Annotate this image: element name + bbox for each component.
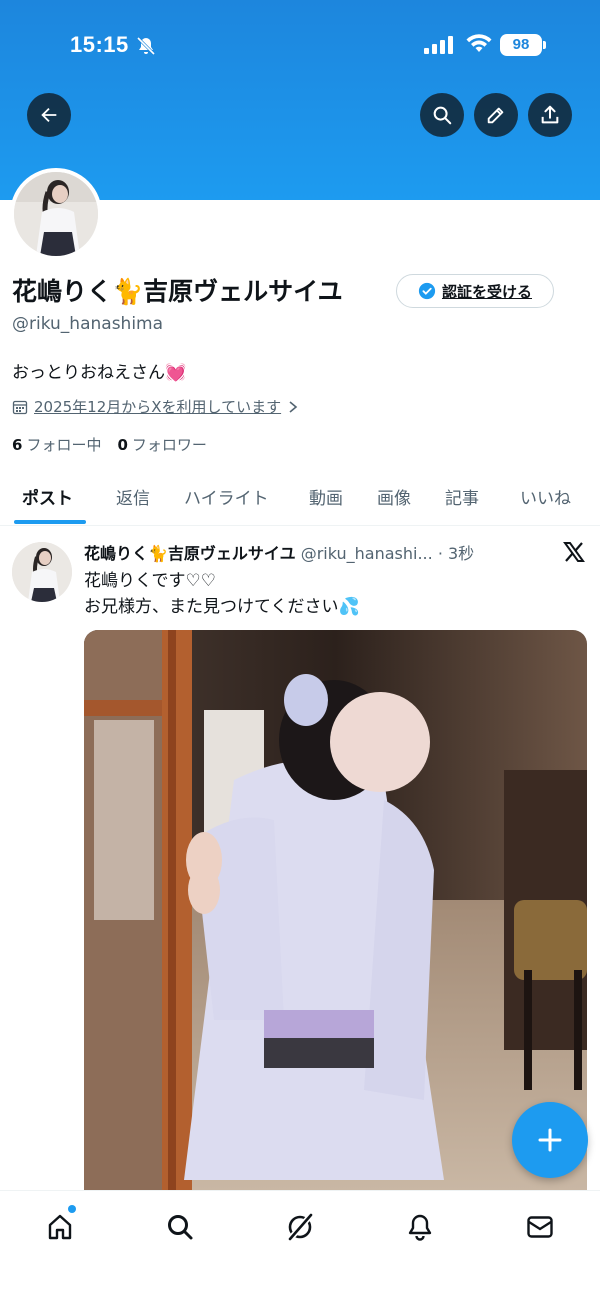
tab-videos[interactable]: 動画 xyxy=(309,484,343,509)
post-text: 花嶋りくです♡♡ お兄様方、また見つけてください💦 xyxy=(84,568,360,620)
profile-bio: おっとりおねえさん💓 xyxy=(12,363,187,383)
bell-muted-icon xyxy=(136,36,156,56)
nav-messages[interactable] xyxy=(522,1209,558,1245)
grok-icon xyxy=(287,1213,314,1241)
nav-grok[interactable] xyxy=(282,1209,318,1245)
following-count: 6 xyxy=(12,436,23,454)
get-verified-button[interactable]: 認証を受ける xyxy=(396,274,554,308)
mail-icon xyxy=(527,1216,553,1238)
post-image[interactable] xyxy=(84,630,587,1190)
home-icon xyxy=(48,1214,72,1240)
home-notification-dot xyxy=(68,1205,76,1213)
share-button[interactable] xyxy=(528,93,572,137)
pencil-icon xyxy=(487,107,504,124)
followers-link[interactable]: 0 フォロワー xyxy=(117,434,206,455)
profile-display-name: 花嶋りく🐈吉原ヴェルサイユ xyxy=(12,277,343,306)
signal-icon xyxy=(424,36,453,54)
tab-posts[interactable]: ポスト xyxy=(22,484,73,509)
compose-button[interactable] xyxy=(512,1102,588,1178)
nav-notifications[interactable] xyxy=(402,1209,438,1245)
follow-stats: 6 フォロー中 0 フォロワー xyxy=(12,434,207,455)
tab-likes[interactable]: いいね xyxy=(520,484,571,509)
nav-home[interactable] xyxy=(42,1209,78,1245)
tab-articles[interactable]: 記事 xyxy=(445,484,479,509)
post-text-line-1: 花嶋りくです♡♡ xyxy=(84,571,216,591)
avatar-photo xyxy=(14,172,98,256)
active-tab-indicator xyxy=(14,520,86,524)
back-button[interactable] xyxy=(27,93,71,137)
tab-replies[interactable]: 返信 xyxy=(116,484,150,509)
following-label: フォロー中 xyxy=(26,436,102,454)
followers-count: 0 xyxy=(117,436,128,454)
joined-label: 2025年12月からXを利用しています xyxy=(34,398,282,416)
profile-tabs: ポスト 返信 ハイライト 動画 画像 記事 いいね xyxy=(0,470,600,526)
edit-profile-button[interactable] xyxy=(474,93,518,137)
search-button[interactable] xyxy=(420,93,464,137)
post-photo xyxy=(84,630,587,1190)
nav-search[interactable] xyxy=(162,1209,198,1245)
status-time: 15:15 xyxy=(70,32,129,57)
search-icon xyxy=(168,1215,193,1240)
joined-date[interactable]: 2025年12月からXを利用しています xyxy=(12,396,299,417)
wifi-icon xyxy=(466,34,492,52)
post-author-avatar[interactable] xyxy=(12,542,72,602)
tab-highlights[interactable]: ハイライト xyxy=(184,484,269,509)
x-logo-icon xyxy=(563,542,585,562)
profile-avatar[interactable] xyxy=(10,168,102,260)
post-header: 花嶋りく🐈吉原ヴェルサイユ @riku_hanashi... · 3秒 xyxy=(84,540,554,564)
bottom-navigation xyxy=(0,1190,600,1304)
battery-indicator: 98 xyxy=(500,34,542,56)
chevron-right-icon xyxy=(289,400,298,413)
post-author-handle: @riku_hanashi... xyxy=(300,544,433,563)
following-link[interactable]: 6 フォロー中 xyxy=(12,434,101,455)
post-author-name[interactable]: 花嶋りく🐈吉原ヴェルサイユ xyxy=(84,544,296,563)
get-verified-label: 認証を受ける xyxy=(441,282,532,301)
post-avatar-photo xyxy=(12,542,72,602)
tab-photos[interactable]: 画像 xyxy=(377,484,411,509)
share-icon xyxy=(541,105,559,124)
battery-tip xyxy=(543,41,546,49)
calendar-icon xyxy=(12,400,28,414)
arrow-left-icon xyxy=(41,107,57,123)
search-icon xyxy=(433,106,452,125)
status-bar: 15:15 98 xyxy=(0,30,600,60)
plus-icon xyxy=(538,1128,562,1152)
followers-label: フォロワー xyxy=(131,436,207,454)
post-timestamp: · 3秒 xyxy=(437,544,475,563)
post-text-line-2: お兄様方、また見つけてください💦 xyxy=(84,597,360,617)
verified-badge-icon xyxy=(418,282,436,300)
bell-icon xyxy=(408,1214,432,1241)
profile-handle: @riku_hanashima xyxy=(12,314,164,334)
